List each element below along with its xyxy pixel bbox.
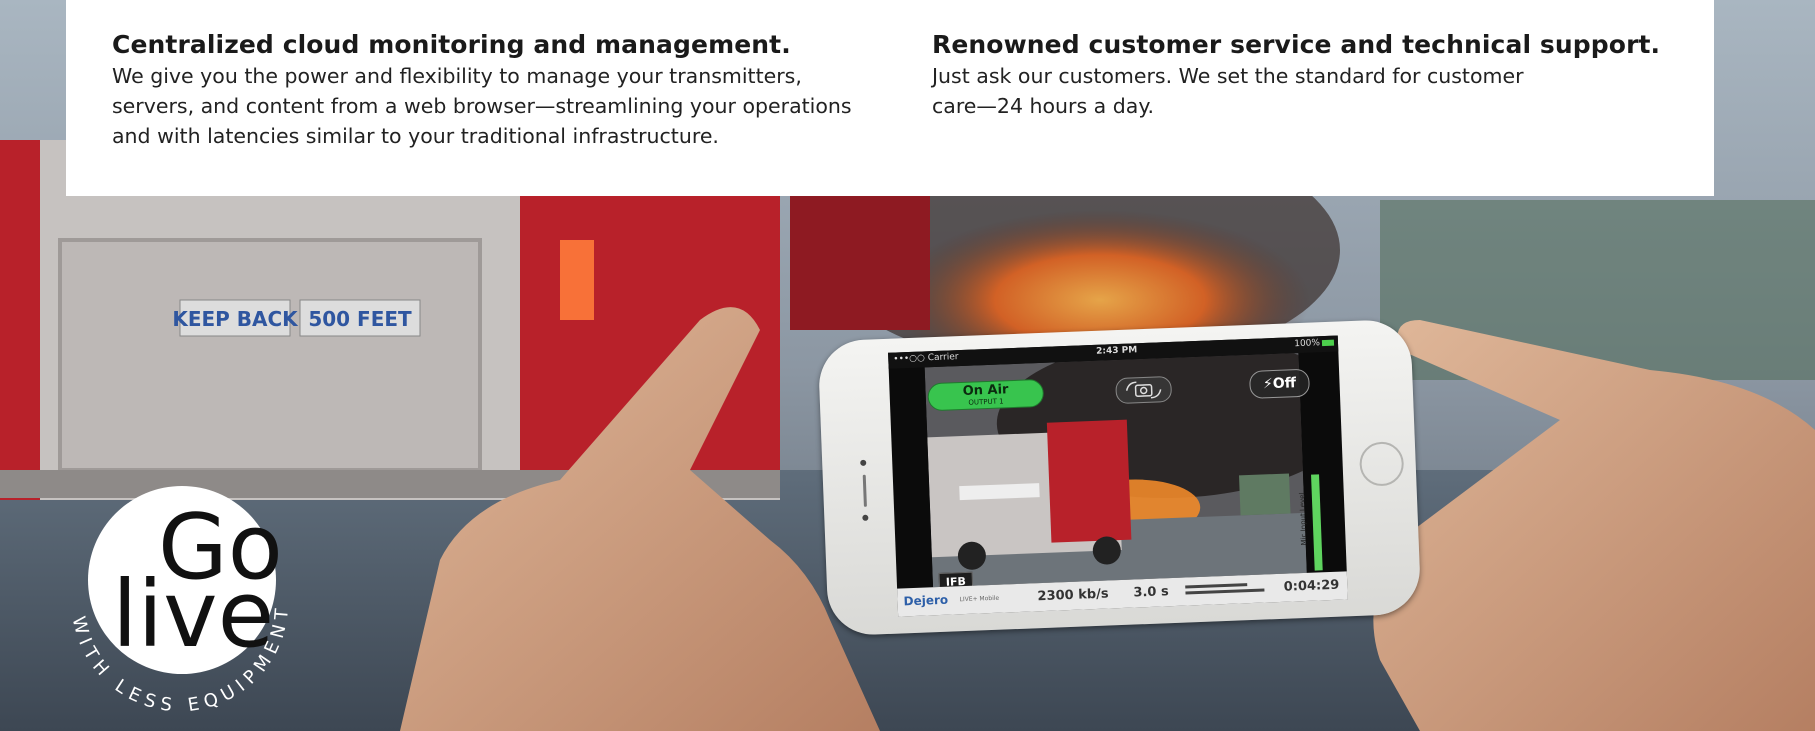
flash-toggle-button[interactable]: ⚡Off bbox=[1249, 368, 1311, 399]
feature-heading: Renowned customer service and technical … bbox=[932, 30, 1661, 59]
signal-meter bbox=[1185, 582, 1273, 599]
feature-heading: Centralized cloud monitoring and managem… bbox=[112, 30, 791, 59]
camera-dot bbox=[860, 459, 867, 466]
feature-body: We give you the power and flexibility to… bbox=[112, 64, 852, 148]
badge-live: live bbox=[112, 561, 274, 668]
sensor-dot bbox=[862, 514, 869, 521]
mic-level-label: Mic Input Level bbox=[1298, 492, 1309, 546]
home-button[interactable] bbox=[1358, 441, 1405, 487]
feature-panel: Centralized cloud monitoring and managem… bbox=[66, 0, 1714, 196]
latency-readout: 3.0 s bbox=[1133, 584, 1170, 601]
status-time: 2:43 PM bbox=[1095, 345, 1138, 357]
feature-cloud-monitoring: Centralized cloud monitoring and managem… bbox=[112, 30, 872, 151]
feature-customer-service: Renowned customer service and technical … bbox=[932, 30, 1692, 121]
on-air-button[interactable]: On Air OUTPUT 1 bbox=[927, 378, 1045, 412]
switch-camera-button[interactable] bbox=[1115, 375, 1173, 405]
camera-switch-icon bbox=[1125, 381, 1162, 399]
speaker-slot bbox=[862, 474, 867, 507]
feature-body: Just ask our customers. We set the stand… bbox=[932, 64, 1524, 118]
elapsed-time: 0:04:29 bbox=[1283, 577, 1340, 595]
carrier-label: •••○○ Carrier bbox=[893, 352, 959, 365]
bitrate-readout: 2300 kb/s bbox=[1037, 586, 1109, 605]
mic-level-meter: Mic Input Level bbox=[1298, 474, 1323, 571]
truck-sign-left: KEEP BACK bbox=[172, 307, 299, 331]
app-screen: •••○○ Carrier 2:43 PM 100% On Air OUTPUT… bbox=[888, 335, 1348, 617]
brand-logo: Dejero bbox=[903, 592, 949, 609]
go-live-badge: Go live WITH LESS EQUIPMENT bbox=[67, 486, 287, 716]
battery-icon bbox=[1321, 339, 1335, 347]
truck-sign-right: 500 FEET bbox=[308, 307, 412, 331]
product-name: LIVE+ Mobile bbox=[959, 594, 1000, 604]
smartphone: •••○○ Carrier 2:43 PM 100% On Air OUTPUT… bbox=[817, 318, 1422, 637]
battery-percent: 100% bbox=[1294, 338, 1321, 350]
